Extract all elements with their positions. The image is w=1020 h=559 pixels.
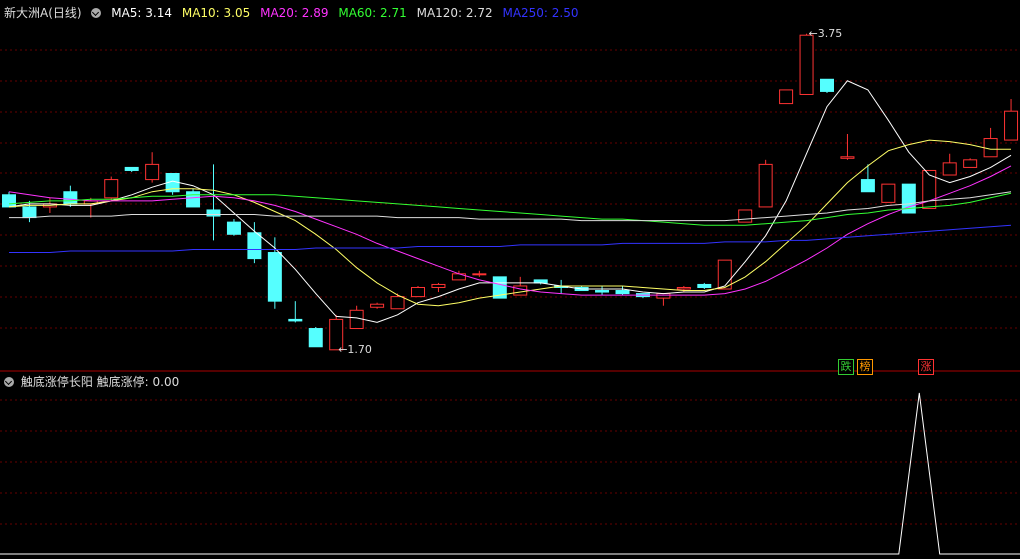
candle	[820, 78, 834, 92]
settings-toggle-icon[interactable]	[91, 8, 102, 18]
candle	[2, 194, 16, 208]
badge-fall[interactable]: 跌	[838, 359, 854, 375]
moving-average-lines	[8, 80, 1012, 323]
candle	[206, 209, 221, 217]
candle	[267, 252, 282, 302]
candle	[779, 89, 794, 105]
kline-chart[interactable]	[0, 0, 1020, 559]
indicator-legend: 触底涨停长阳 触底涨停: 0.00	[4, 374, 179, 390]
candle	[840, 156, 855, 159]
candle	[370, 303, 385, 308]
candle	[697, 283, 712, 288]
candle	[758, 163, 773, 208]
candle	[1004, 110, 1019, 141]
candle	[308, 328, 323, 348]
candle	[145, 163, 160, 181]
candle	[104, 179, 119, 199]
candle	[656, 293, 671, 299]
candle	[513, 285, 528, 296]
main-legend: 新大洲A(日线) MA5: 3.14 MA10: 3.05 MA20: 2.89…	[4, 5, 585, 21]
indicator-line	[0, 392, 1020, 555]
candle	[63, 191, 78, 205]
ma120-label: MA120: 2.72	[416, 6, 493, 20]
ma-line-ma250	[9, 224, 1012, 253]
candle	[124, 166, 139, 171]
candle	[881, 183, 896, 203]
ma20-label: MA20: 2.89	[260, 6, 329, 20]
candle	[983, 138, 998, 158]
candle	[676, 286, 691, 290]
indicator-panel	[0, 392, 1020, 555]
candle	[390, 296, 405, 310]
ma-line-ma5	[8, 80, 1012, 323]
candle	[595, 290, 610, 293]
candle	[22, 206, 37, 219]
candle	[411, 286, 425, 298]
low-price-marker: ←1.70	[338, 342, 372, 356]
ma60-label: MA60: 2.71	[338, 6, 407, 20]
ma-line-ma10	[8, 139, 1011, 307]
badge-rise[interactable]: 涨	[918, 359, 934, 375]
candle	[963, 159, 978, 168]
candle	[226, 221, 241, 235]
candle	[288, 318, 303, 322]
candle	[431, 283, 446, 288]
candle	[472, 273, 487, 276]
high-price-marker: ←3.75	[808, 26, 843, 40]
indicator-name: 触底涨停长阳	[20, 375, 93, 389]
indicator-value: 触底涨停: 0.00	[96, 375, 180, 389]
candle	[799, 34, 814, 95]
ma250-label: MA250: 2.50	[502, 6, 579, 20]
indicator-toggle-icon[interactable]	[4, 377, 14, 387]
ma5-label: MA5: 3.14	[111, 6, 173, 20]
candle	[860, 179, 875, 193]
candle	[186, 191, 201, 208]
stock-title: 新大洲A(日线)	[4, 6, 82, 20]
ma10-label: MA10: 3.05	[181, 6, 251, 20]
badge-rank[interactable]: 榜	[857, 359, 873, 375]
candle	[615, 290, 630, 295]
candle	[247, 232, 262, 260]
candle	[942, 162, 957, 176]
candle	[738, 209, 753, 223]
